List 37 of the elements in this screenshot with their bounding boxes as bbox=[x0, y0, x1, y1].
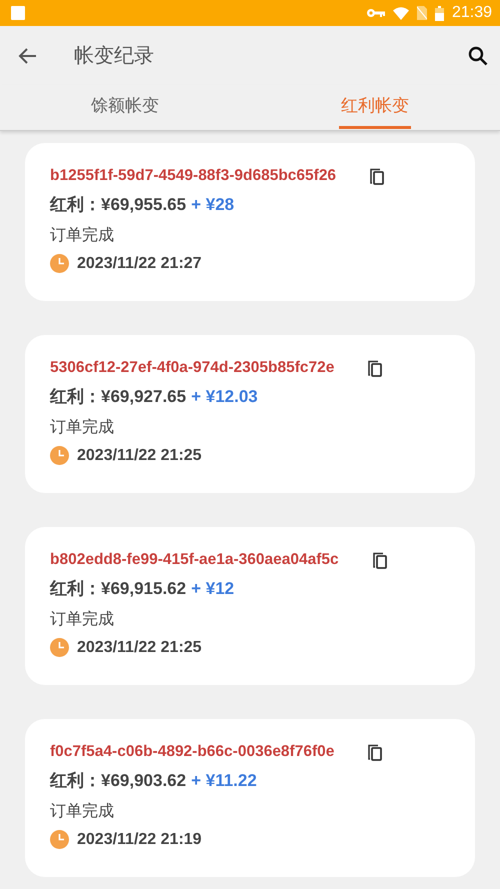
battery-icon bbox=[434, 6, 444, 20]
order-status: 订单完成 bbox=[50, 418, 114, 438]
record-time: 2023/11/22 21:25 bbox=[77, 638, 202, 656]
bonus-change: + ¥12.03 bbox=[191, 387, 258, 407]
order-status: 订单完成 bbox=[50, 802, 114, 822]
record-time: 2023/11/22 21:19 bbox=[77, 830, 202, 848]
clock-icon bbox=[50, 638, 69, 657]
tab[interactable]: 红利帐变 bbox=[339, 85, 411, 129]
order-id: b802edd8-fe99-415f-ae1a-360aea04af5c bbox=[50, 551, 339, 569]
bonus-change: + ¥28 bbox=[191, 195, 234, 215]
page-title: 帐变纪录 bbox=[74, 44, 155, 69]
order-id: 5306cf12-27ef-4f0a-974d-2305b85fc72e bbox=[50, 359, 334, 377]
clock-time: 21:39 bbox=[452, 4, 492, 22]
copy-button[interactable] bbox=[366, 359, 384, 377]
record-time: 2023/11/22 21:25 bbox=[77, 446, 202, 464]
bonus-balance: 红利：¥69,903.62 bbox=[50, 770, 186, 792]
notification-icon bbox=[10, 5, 26, 21]
bonus-change: + ¥11.22 bbox=[191, 771, 257, 791]
order-id: b1255f1f-59d7-4549-88f3-9d685bc65f26 bbox=[50, 167, 336, 185]
key-icon bbox=[366, 8, 385, 18]
tab[interactable]: 馀额帐变 bbox=[89, 85, 161, 129]
bonus-balance: 红利：¥69,927.65 bbox=[50, 386, 186, 408]
bonus-balance: 红利：¥69,915.62 bbox=[50, 578, 186, 600]
no-sim-icon bbox=[416, 6, 427, 20]
order-status: 订单完成 bbox=[50, 226, 114, 246]
clock-icon bbox=[50, 830, 69, 849]
bonus-change: + ¥12 bbox=[191, 579, 234, 599]
order-id: f0c7f5a4-c06b-4892-b66c-0036e8f76f0e bbox=[50, 743, 334, 761]
clock-icon bbox=[50, 254, 69, 273]
copy-button[interactable] bbox=[370, 551, 389, 569]
bonus-balance: 红利：¥69,955.65 bbox=[50, 194, 186, 216]
copy-button[interactable] bbox=[366, 743, 384, 761]
order-status: 订单完成 bbox=[50, 610, 114, 630]
copy-button[interactable] bbox=[368, 167, 386, 185]
record-time: 2023/11/22 21:27 bbox=[77, 254, 202, 272]
clock-icon bbox=[50, 446, 69, 465]
wifi-icon bbox=[392, 6, 409, 20]
